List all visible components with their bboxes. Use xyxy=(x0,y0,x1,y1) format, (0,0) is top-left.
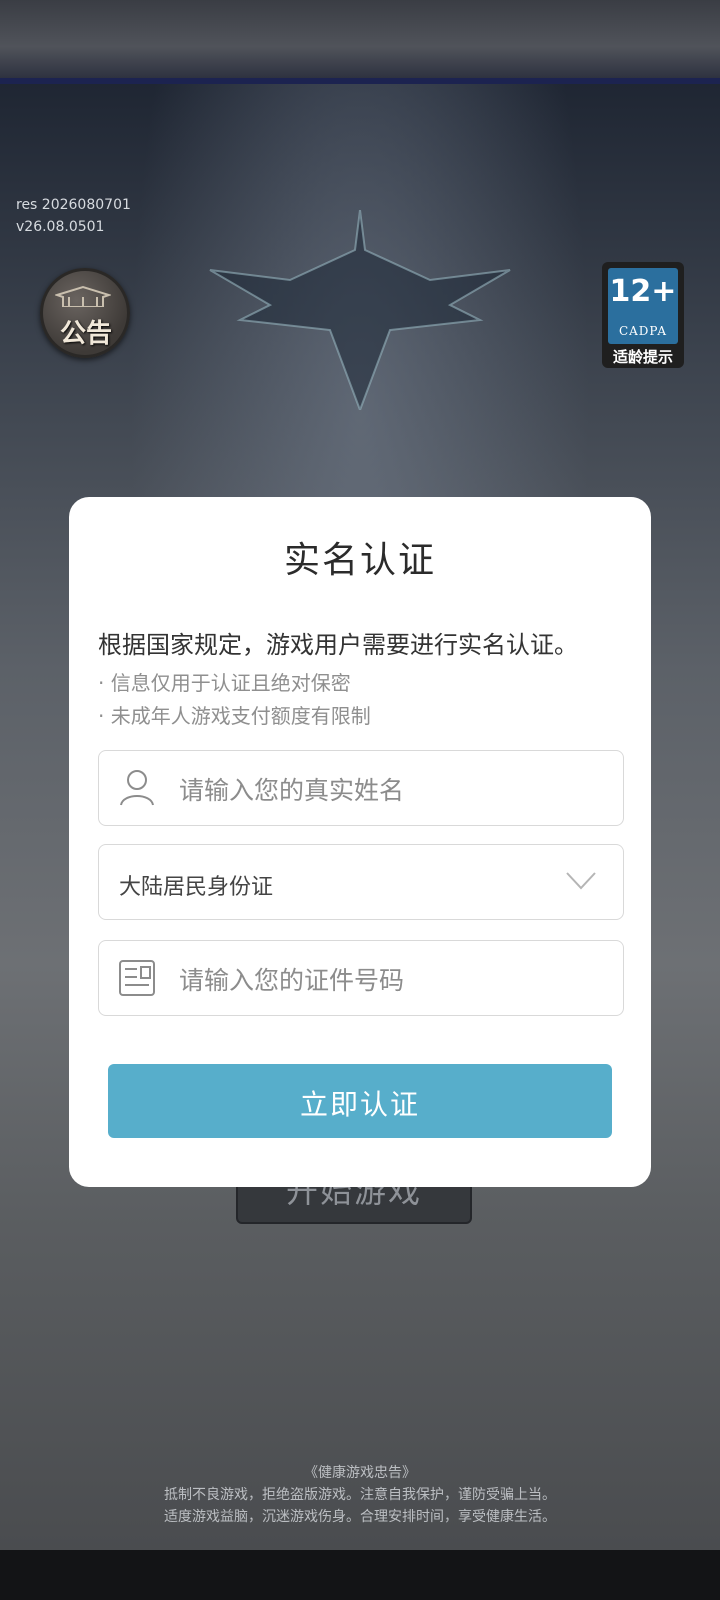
notice-label: 公告 xyxy=(59,319,112,349)
age-rating-badge[interactable]: 12+ CADPA 适龄提示 xyxy=(602,262,684,368)
top-banner xyxy=(0,0,720,86)
id-number-input[interactable]: 请输入您的证件号码 xyxy=(98,940,624,1016)
dialog-note: · 信息仅用于认证且绝对保密 xyxy=(98,671,351,695)
res-version: res 2026080701 xyxy=(16,197,131,213)
bottom-bar xyxy=(0,1550,720,1600)
chevron-down-icon xyxy=(566,872,596,890)
app-version: v26.08.0501 xyxy=(16,219,105,235)
real-name-auth-dialog: 实名认证 根据国家规定，游戏用户需要进行实名认证。 · 信息仅用于认证且绝对保密… xyxy=(69,497,651,1187)
health-notice-title: 《健康游戏忠告》 xyxy=(304,1465,416,1481)
real-name-placeholder: 请输入您的真实姓名 xyxy=(179,776,405,805)
age-rating-org: CADPA xyxy=(618,324,668,338)
id-type-select[interactable]: 大陆居民身份证 xyxy=(98,844,624,920)
pagoda-illustration xyxy=(209,210,511,410)
id-type-value: 大陆居民身份证 xyxy=(119,875,274,900)
dialog-title: 实名认证 xyxy=(283,540,436,581)
notice-button[interactable]: 公告 xyxy=(40,268,130,358)
age-rating-number: 12+ xyxy=(609,274,677,309)
health-notice-line1: 抵制不良游戏，拒绝盗版游戏。注意自我保护，谨防受骗上当。 xyxy=(164,1487,556,1503)
dialog-note: · 未成年人游戏支付额度有限制 xyxy=(98,704,371,728)
person-icon xyxy=(120,770,154,806)
health-notice-line2: 适度游戏益脑，沉迷游戏伤身。合理安排时间，享受健康生活。 xyxy=(164,1509,556,1525)
age-rating-tip: 适龄提示 xyxy=(612,348,673,366)
dialog-description: 根据国家规定，游戏用户需要进行实名认证。 xyxy=(98,631,578,659)
verify-button[interactable]: 立即认证 xyxy=(108,1064,612,1138)
health-game-notice: 《健康游戏忠告》 抵制不良游戏，拒绝盗版游戏。注意自我保护，谨防受骗上当。 适度… xyxy=(0,1462,720,1528)
real-name-input[interactable]: 请输入您的真实姓名 xyxy=(98,750,624,826)
verify-button-label: 立即认证 xyxy=(299,1088,420,1121)
id-number-placeholder: 请输入您的证件号码 xyxy=(179,966,405,995)
version-info: res 2026080701 v26.08.0501 xyxy=(16,194,131,238)
id-card-icon xyxy=(119,960,155,996)
age-rating-panel: 12+ CADPA xyxy=(608,268,678,344)
roof-icon xyxy=(55,285,111,307)
